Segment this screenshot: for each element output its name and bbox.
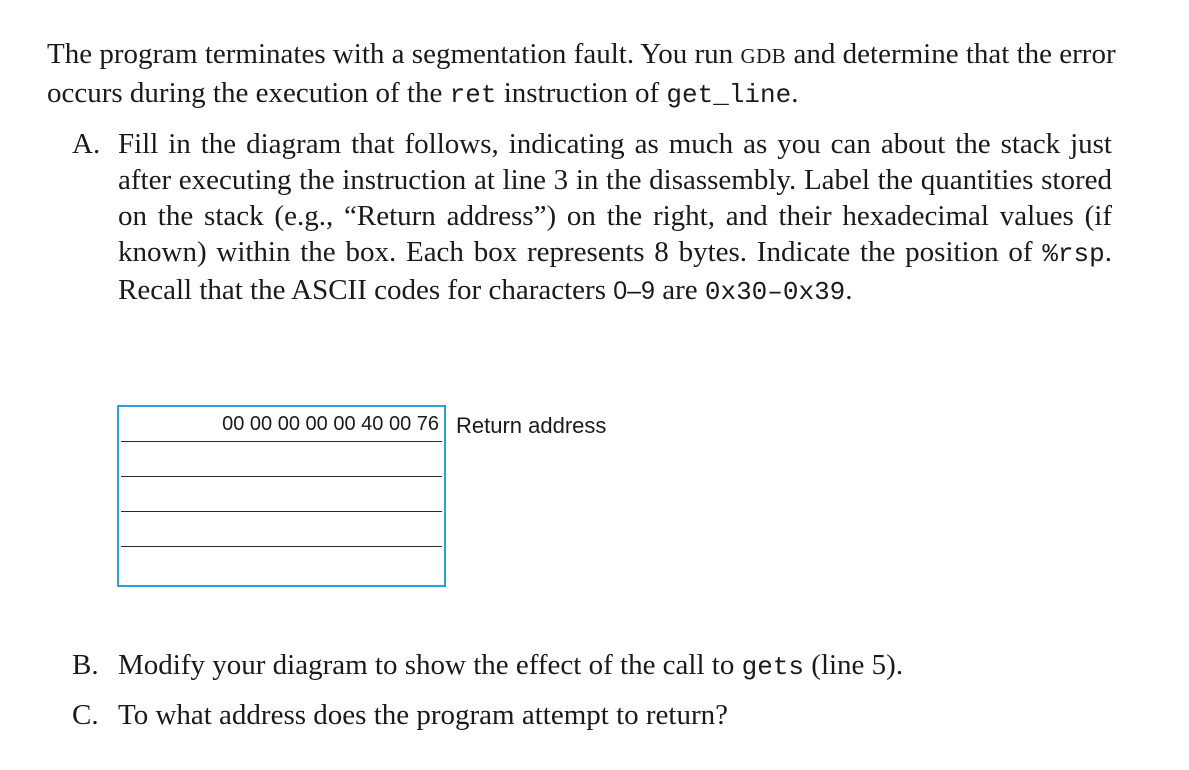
question-a-text-part: Fill in the diagram that follows, indica…	[118, 128, 1112, 268]
ascii-char-range: 0–9	[613, 277, 655, 305]
question-b-text: Modify your diagram to show the effect o…	[118, 647, 1112, 685]
function-name: get_line	[666, 80, 792, 110]
question-a-marker: A.	[72, 128, 101, 160]
stack-slot	[121, 547, 442, 582]
question-b-text-part: Modify your diagram to show the effect o…	[118, 649, 742, 681]
gdb-term: GDB	[740, 44, 787, 68]
question-c-marker: C.	[72, 699, 99, 731]
question-b: B. Modify your diagram to show the effec…	[72, 647, 1112, 685]
ret-instruction: ret	[449, 80, 497, 110]
question-a: A. Fill in the diagram that follows, ind…	[72, 126, 1112, 310]
intro-text: .	[791, 77, 799, 109]
question-a-text: Fill in the diagram that follows, indica…	[118, 126, 1112, 310]
stack-slot	[121, 477, 442, 512]
rsp-register: %rsp	[1042, 239, 1105, 269]
ascii-code-range: 0x30–0x39	[704, 277, 846, 307]
question-c-text: To what address does the program attempt…	[118, 699, 729, 731]
question-b-text-part: (line 5).	[804, 649, 904, 681]
gets-function: gets	[741, 652, 805, 682]
question-a-text-part: .	[845, 274, 853, 306]
intro-text: instruction of	[496, 77, 667, 109]
stack-slot	[121, 512, 442, 547]
intro-paragraph: The program terminates with a segmentati…	[47, 36, 1147, 114]
question-c: C. To what address does the program atte…	[72, 697, 1112, 733]
return-address-label: Return address	[456, 413, 607, 438]
stack-diagram: 00 00 00 00 00 40 00 76	[117, 405, 446, 587]
stack-slot: 00 00 00 00 00 40 00 76	[121, 407, 442, 442]
stack-slot	[121, 442, 442, 477]
question-b-marker: B.	[72, 649, 99, 681]
question-a-text-part: are	[654, 274, 705, 306]
intro-text: The program terminates with a segmentati…	[47, 38, 741, 70]
